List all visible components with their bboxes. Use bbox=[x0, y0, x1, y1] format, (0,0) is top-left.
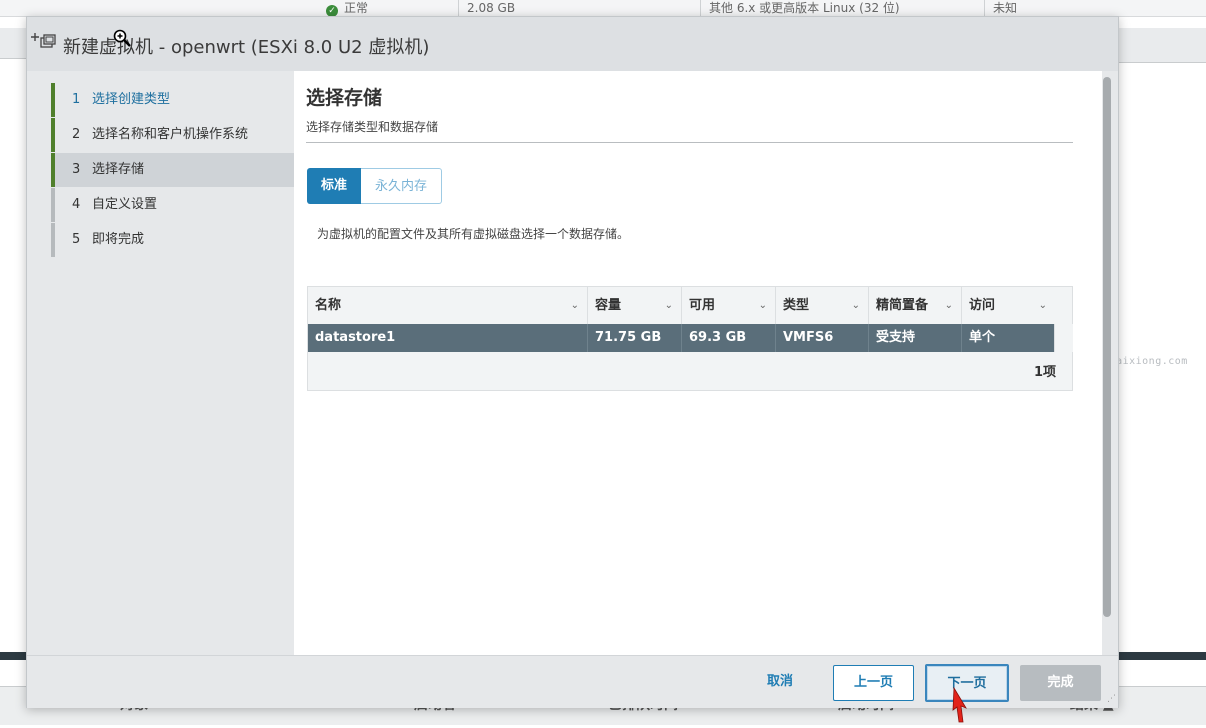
arrow-cursor-icon bbox=[952, 686, 968, 724]
background-top-row: ✓ 正常 2.08 GB 其他 6.x 或更高版本 Linux (32 位) 未知 bbox=[0, 0, 1206, 17]
chevron-down-icon[interactable]: ⌄ bbox=[852, 287, 860, 324]
column-header-name[interactable]: 名称 ⌄ bbox=[308, 287, 588, 324]
storage-type-standard-button[interactable]: 标准 bbox=[307, 168, 362, 204]
status-ok-icon: ✓ bbox=[326, 5, 338, 16]
background-guest-os-cell: 其他 6.x 或更高版本 Linux (32 位) bbox=[700, 0, 989, 16]
wizard-content: 选择存储 选择存储类型和数据存储 标准 永久内存 为虚拟机的配置文件及其所有虚拟… bbox=[294, 71, 1102, 655]
chevron-down-icon[interactable]: ⌄ bbox=[759, 287, 767, 324]
storage-type-persistent-memory-button[interactable]: 永久内存 bbox=[361, 168, 443, 204]
background-host-cell: 未知 bbox=[984, 0, 1093, 16]
step-label: 选择存储 bbox=[92, 162, 145, 177]
step-select-creation-type[interactable]: 1 选择创建类型 bbox=[51, 83, 294, 117]
column-header-capacity[interactable]: 容量 ⌄ bbox=[588, 287, 682, 324]
storage-type-toggle: 标准 永久内存 bbox=[307, 168, 443, 204]
step-label: 自定义设置 bbox=[92, 197, 158, 212]
background-status-cell: ✓ 正常 bbox=[326, 0, 456, 16]
datastore-table-header: 名称 ⌄ 容量 ⌄ 可用 ⌄ 类型 ⌄ 精简置备 ⌄ 访问 ⌄ bbox=[308, 287, 1072, 325]
content-scrollbar[interactable] bbox=[1103, 77, 1111, 617]
background-memory-cell: 2.08 GB bbox=[458, 0, 707, 16]
cell-capacity: 71.75 GB bbox=[588, 324, 682, 352]
column-header-type[interactable]: 类型 ⌄ bbox=[776, 287, 869, 324]
chevron-down-icon[interactable]: ⌄ bbox=[945, 287, 953, 324]
resize-grip-icon[interactable]: ⋰ bbox=[1107, 694, 1116, 704]
chevron-down-icon[interactable]: ⌄ bbox=[665, 287, 673, 324]
cell-free: 69.3 GB bbox=[682, 324, 776, 352]
step-label: 选择名称和客户机操作系统 bbox=[92, 127, 249, 142]
step-select-storage[interactable]: 3 选择存储 bbox=[51, 153, 294, 187]
new-vm-icon bbox=[31, 31, 57, 56]
step-customize-settings: 4 自定义设置 bbox=[51, 188, 294, 222]
column-header-free[interactable]: 可用 ⌄ bbox=[682, 287, 776, 324]
wizard-steps: 1 选择创建类型 2 选择名称和客户机操作系统 3 选择存储 4 自定义设置 5 即将完成 bbox=[27, 71, 294, 655]
zoom-cursor-icon bbox=[113, 29, 131, 47]
table-row[interactable]: datastore1 71.75 GB 69.3 GB VMFS6 受支持 单个 bbox=[308, 324, 1054, 352]
column-header-thin-provisioning[interactable]: 精简置备 ⌄ bbox=[869, 287, 962, 324]
chevron-down-icon[interactable]: ⌄ bbox=[1039, 287, 1047, 324]
back-button[interactable]: 上一页 bbox=[833, 665, 914, 701]
cell-name: datastore1 bbox=[308, 324, 588, 352]
step-select-name-os[interactable]: 2 选择名称和客户机操作系统 bbox=[51, 118, 294, 152]
step-ready-to-complete: 5 即将完成 bbox=[51, 223, 294, 257]
dialog-title-bar[interactable]: 新建虚拟机 - openwrt (ESXi 8.0 U2 虚拟机) bbox=[27, 17, 1118, 71]
step-label: 即将完成 bbox=[92, 232, 145, 247]
chevron-down-icon[interactable]: ⌄ bbox=[571, 287, 579, 324]
new-vm-dialog: 新建虚拟机 - openwrt (ESXi 8.0 U2 虚拟机) 1 选择创建类… bbox=[26, 16, 1119, 708]
page-subtitle: 选择存储类型和数据存储 bbox=[306, 120, 439, 134]
table-scroll-track[interactable] bbox=[1054, 324, 1073, 352]
cell-type: VMFS6 bbox=[776, 324, 869, 352]
cell-thin-provisioning: 受支持 bbox=[869, 324, 962, 352]
background-right-toolbar bbox=[1116, 28, 1206, 63]
cell-access: 单个 bbox=[969, 330, 996, 345]
storage-description: 为虚拟机的配置文件及其所有虚拟磁盘选择一个数据存储。 bbox=[317, 227, 630, 241]
title-divider bbox=[306, 142, 1073, 143]
datastore-table: 名称 ⌄ 容量 ⌄ 可用 ⌄ 类型 ⌄ 精简置备 ⌄ 访问 ⌄ datastore1 71.… bbox=[307, 286, 1073, 391]
cancel-button[interactable]: 取消 bbox=[751, 665, 809, 701]
step-label: 选择创建类型 bbox=[92, 92, 171, 107]
column-header-access[interactable]: 访问 ⌄ bbox=[962, 287, 1055, 324]
table-item-count: 1项 bbox=[1033, 365, 1056, 380]
background-left-toolbar bbox=[0, 28, 28, 59]
page-title: 选择存储 bbox=[306, 87, 383, 109]
finish-button: 完成 bbox=[1020, 665, 1101, 701]
